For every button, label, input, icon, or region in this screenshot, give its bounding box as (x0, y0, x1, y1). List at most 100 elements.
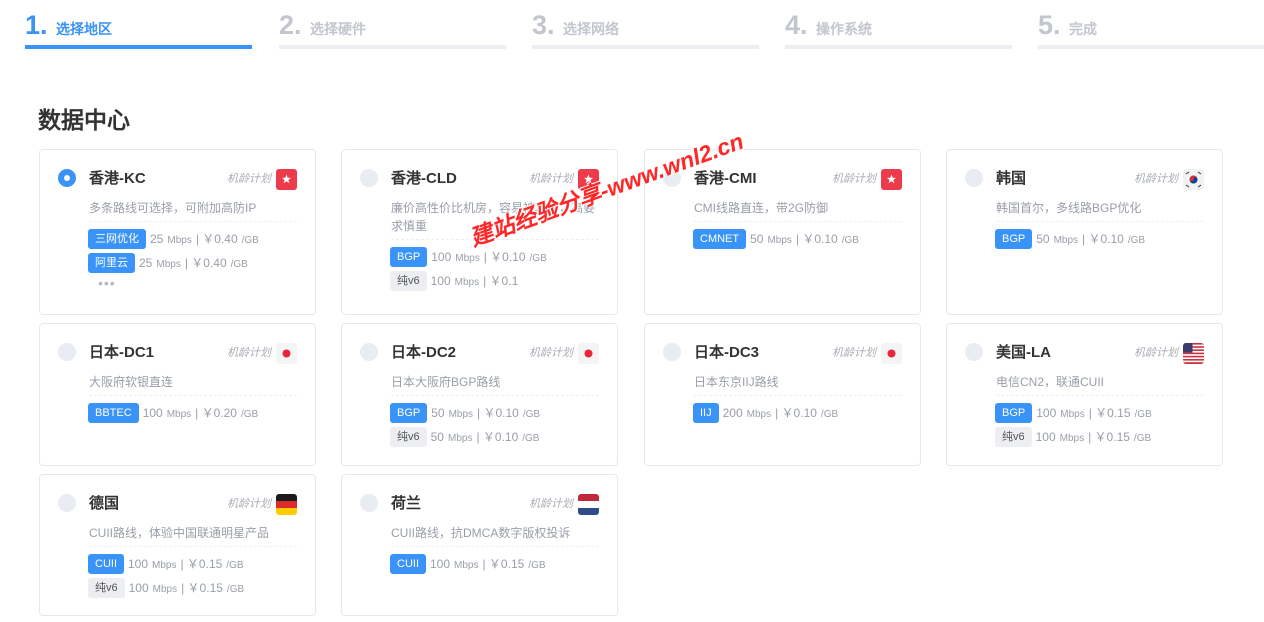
jp-flag-icon (578, 343, 599, 364)
network-tag[interactable]: CUII (88, 553, 124, 574)
select-radio[interactable] (965, 343, 983, 361)
more-lines-icon[interactable]: ••• (98, 276, 259, 290)
kr-flag-icon (1183, 169, 1204, 190)
step-number: 3. (532, 10, 555, 40)
network-line[interactable]: BGP 100 Mbps | ￥0.15/GB (995, 402, 1152, 423)
network-line[interactable]: BGP 50 Mbps | ￥0.10/GB (995, 228, 1145, 249)
network-tag[interactable]: BGP (995, 402, 1033, 423)
bandwidth-unit: Mbps (448, 430, 472, 444)
select-radio[interactable] (360, 343, 378, 361)
datacenter-name: 美国-LA (996, 344, 1051, 361)
step-progress-bar (25, 45, 252, 49)
traffic-price: | ￥0.20 (195, 406, 237, 420)
network-line[interactable]: BGP 50 Mbps | ￥0.10/GB (390, 402, 540, 423)
network-tag[interactable]: CMNET (693, 228, 747, 249)
traffic-price: | ￥0.10 (795, 232, 838, 246)
network-tag[interactable]: 纯v6 (995, 426, 1032, 447)
price-unit-text: /GB (841, 234, 859, 246)
network-line[interactable]: 阿里云 25 Mbps | ￥0.40/GB (88, 252, 259, 273)
jp-flag-icon (881, 343, 902, 364)
network-tag[interactable]: 纯v6 (390, 270, 427, 291)
network-tag[interactable]: IIJ (693, 402, 719, 423)
bandwidth-value: 100 (430, 273, 451, 288)
network-line[interactable]: IIJ 200 Mbps | ￥0.10/GB (693, 402, 838, 423)
price-unit: /GB (1134, 430, 1151, 444)
bandwidth-unit: Mbps (167, 232, 191, 246)
bandwidth-unit-text: Mbps (1060, 408, 1085, 420)
network-line[interactable]: 纯v6 100 Mbps | ￥0.15/GB (88, 577, 244, 598)
traffic-price: | ￥0.10 (775, 406, 817, 420)
select-radio[interactable] (360, 169, 378, 187)
bandwidth-value: 50 (431, 405, 445, 420)
network-tag[interactable]: 纯v6 (390, 426, 427, 447)
network-line[interactable]: 纯v6 50 Mbps | ￥0.10/GB (390, 426, 540, 447)
select-radio[interactable] (360, 494, 378, 512)
network-tag[interactable]: 纯v6 (88, 577, 125, 598)
datacenter-name: 香港-KC (89, 170, 146, 187)
bandwidth-unit-text: Mbps (1059, 432, 1085, 444)
datacenter-description: 韩国首尔，多线路BGP优化 (996, 199, 1204, 222)
bandwidth-unit: Mbps (454, 557, 478, 571)
select-radio[interactable] (58, 494, 76, 512)
step-2[interactable]: 2. 选择硬件 (279, 8, 506, 52)
bandwidth-unit-text: Mbps (152, 583, 178, 595)
bandwidth-value: 50 (430, 429, 444, 444)
step-number: 5. (1038, 10, 1061, 40)
network-tag[interactable]: 三网优化 (88, 228, 146, 249)
datacenter-card[interactable]: 日本-DC1 机龄计划 大阪府软银直连 BBTEC 100 Mbps | ￥0.20/GB (39, 323, 316, 466)
datacenter-card[interactable]: 美国-LA 机龄计划 电信CN2，联通CUII BGP 100 Mbps | ￥0.15/G… (946, 323, 1223, 466)
datacenter-card[interactable]: 日本-DC2 机龄计划 日本大阪府BGP路线 BGP 50 Mbps | ￥0.10/GB 纯… (341, 323, 618, 466)
network-tag[interactable]: BGP (390, 246, 428, 267)
bandwidth-unit: Mbps (156, 256, 180, 270)
network-line[interactable]: CUII 100 Mbps | ￥0.15/GB (88, 553, 244, 574)
bandwidth-unit: Mbps (747, 406, 771, 420)
network-tag[interactable]: BBTEC (88, 402, 139, 423)
select-radio[interactable] (58, 343, 76, 361)
network-line[interactable]: BBTEC 100 Mbps | ￥0.20/GB (88, 402, 258, 423)
network-line[interactable]: 纯v6 100 Mbps | ￥0.1 (390, 270, 547, 291)
network-line[interactable]: CUII 100 Mbps | ￥0.15/GB (390, 553, 546, 574)
traffic-price: | ￥0.40 (184, 256, 227, 270)
network-line-list: BGP 100 Mbps | ￥0.15/GB 纯v6 100 Mbps | ￥0.15/GB (995, 402, 1152, 450)
step-4[interactable]: 4. 操作系统 (785, 8, 1012, 52)
datacenter-name: 德国 (89, 495, 120, 512)
price-unit-text: /GB (529, 252, 547, 264)
price-unit: /GB (241, 406, 258, 420)
select-radio[interactable] (965, 169, 983, 187)
price-unit: /GB (523, 406, 540, 420)
price-unit-text: /GB (1133, 432, 1152, 444)
network-line-list: BGP 100 Mbps | ￥0.10/GB 纯v6 100 Mbps | ￥0.1 (390, 246, 547, 294)
price-unit-text: /GB (820, 408, 839, 420)
select-radio[interactable] (58, 169, 76, 187)
network-tag[interactable]: BGP (995, 228, 1033, 249)
datacenter-card[interactable]: 香港-KC 机龄计划 多条路线可选择，可附加高防IP 三网优化 25 Mbps | ￥0.4… (39, 149, 316, 315)
datacenter-description: 日本大阪府BGP路线 (391, 373, 599, 396)
bandwidth-unit-text: Mbps (167, 234, 192, 246)
us-flag-icon (1183, 343, 1204, 364)
network-line[interactable]: CMNET 50 Mbps | ￥0.10/GB (693, 228, 859, 249)
step-3[interactable]: 3. 选择网络 (532, 8, 759, 52)
datacenter-card[interactable]: 韩国 机龄计划 韩国首尔，多线路BGP优化 BGP 50 Mbps | ￥0.10/GB (946, 149, 1223, 315)
select-radio[interactable] (663, 343, 681, 361)
network-line[interactable]: 三网优化 25 Mbps | ￥0.40/GB (88, 228, 259, 249)
bandwidth-unit: Mbps (153, 581, 177, 595)
network-line[interactable]: 纯v6 100 Mbps | ￥0.15/GB (995, 426, 1152, 447)
network-line[interactable]: BGP 100 Mbps | ￥0.10/GB (390, 246, 547, 267)
network-tag[interactable]: 阿里云 (88, 252, 135, 273)
network-tag[interactable]: CUII (390, 553, 426, 574)
step-5[interactable]: 5. 完成 (1038, 8, 1264, 52)
network-line-list: BGP 50 Mbps | ￥0.10/GB (995, 228, 1145, 252)
datacenter-card[interactable]: 荷兰 机龄计划 CUII路线，抗DMCA数字版权投诉 CUII 100 Mbps | ￥0.… (341, 474, 618, 616)
network-tag[interactable]: BGP (390, 402, 428, 423)
plan-label: 机龄计划 (227, 173, 271, 185)
step-1[interactable]: 1. 选择地区 (25, 8, 252, 52)
bandwidth-unit-text: Mbps (156, 258, 181, 270)
datacenter-card[interactable]: 德国 机龄计划 CUII路线，体验中国联通明星产品 CUII 100 Mbps | ￥0.1… (39, 474, 316, 616)
traffic-price: | ￥0.15 (1088, 406, 1131, 420)
datacenter-name: 日本-DC2 (391, 344, 457, 361)
plan-label: 机龄计划 (529, 498, 573, 510)
datacenter-description: 大阪府软银直连 (89, 373, 297, 396)
price-unit-text: /GB (522, 408, 541, 420)
step-number: 2. (279, 10, 302, 40)
datacenter-card[interactable]: 日本-DC3 机龄计划 日本东京IIJ路线 IIJ 200 Mbps | ￥0.10/GB (644, 323, 921, 466)
